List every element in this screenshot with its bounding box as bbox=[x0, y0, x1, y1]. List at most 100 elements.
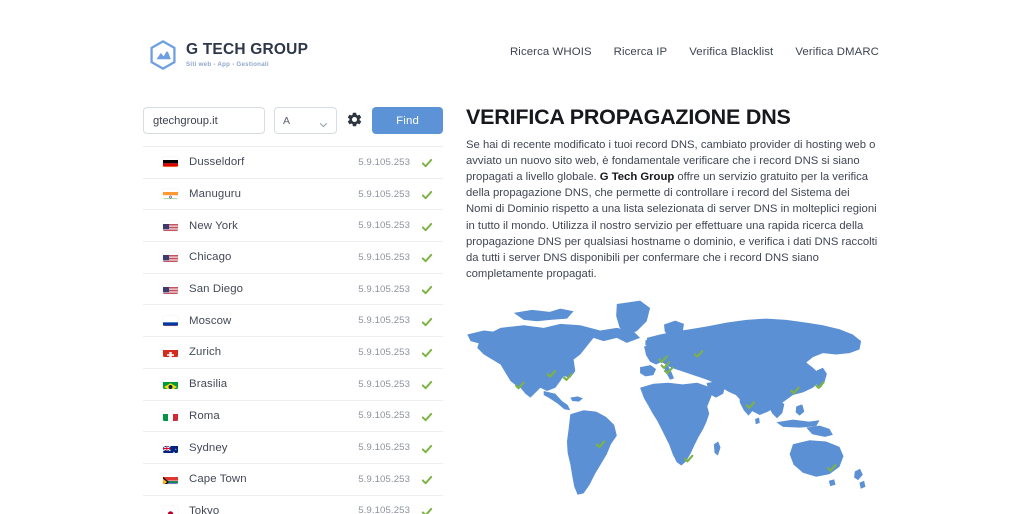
map-landmass bbox=[828, 479, 836, 487]
content-panel: VERIFICA PROPAGAZIONE DNS Se hai di rece… bbox=[466, 105, 878, 283]
domain-input[interactable] bbox=[143, 107, 265, 134]
status-check-icon bbox=[421, 220, 433, 232]
flag-icon bbox=[163, 252, 178, 263]
flag-icon bbox=[163, 474, 178, 485]
server-row[interactable]: Cape Town 5.9.105.253 bbox=[143, 464, 443, 496]
status-check-icon bbox=[421, 378, 433, 390]
server-city: Dusseldorf bbox=[189, 156, 245, 169]
brand-tagline: Siti web - App - Gestionali bbox=[186, 60, 269, 68]
server-ip: 5.9.105.253 bbox=[358, 473, 410, 485]
server-city: Moscow bbox=[189, 314, 232, 327]
flag-icon bbox=[163, 284, 178, 295]
map-landmass bbox=[640, 365, 657, 377]
status-check-icon bbox=[421, 283, 433, 295]
flag-icon bbox=[163, 189, 178, 200]
lookup-toolbar: A Find bbox=[143, 107, 443, 134]
server-row[interactable]: Sydney 5.9.105.253 bbox=[143, 432, 443, 464]
server-ip: 5.9.105.253 bbox=[358, 505, 410, 514]
settings-button[interactable] bbox=[346, 112, 363, 129]
status-check-icon bbox=[421, 505, 433, 514]
server-city: Manuguru bbox=[189, 188, 242, 201]
server-ip: 5.9.105.253 bbox=[358, 251, 410, 263]
map-landmass bbox=[713, 441, 721, 456]
server-ip: 5.9.105.253 bbox=[358, 442, 410, 454]
status-check-icon bbox=[421, 346, 433, 358]
nav-link-verifica-dmarc[interactable]: Verifica DMARC bbox=[795, 46, 879, 58]
server-city: Sydney bbox=[189, 441, 228, 454]
record-type-value: A bbox=[283, 114, 291, 127]
server-ip: 5.9.105.253 bbox=[358, 315, 410, 327]
server-ip: 5.9.105.253 bbox=[358, 346, 410, 358]
flag-icon bbox=[163, 347, 178, 358]
server-ip: 5.9.105.253 bbox=[358, 220, 410, 232]
flag-icon bbox=[163, 379, 178, 390]
server-city: Chicago bbox=[189, 251, 232, 264]
server-row[interactable]: Moscow 5.9.105.253 bbox=[143, 305, 443, 338]
map-landmass bbox=[570, 396, 583, 402]
dns-server-list: Dusseldorf 5.9.105.253 Manuguru 5.9.105.253… bbox=[143, 146, 443, 514]
flag-icon bbox=[163, 411, 178, 421]
server-ip: 5.9.105.253 bbox=[358, 188, 410, 200]
map-landmass bbox=[755, 417, 760, 425]
nav-link-verifica-blacklist[interactable]: Verifica Blacklist bbox=[689, 46, 773, 58]
site-header: G TECH GROUP Siti web - App - Gestionali… bbox=[0, 0, 1024, 95]
server-ip: 5.9.105.253 bbox=[358, 156, 410, 168]
lookup-panel: A Find Dusseldorf 5.9.105.253 Manuguru 5.9.… bbox=[143, 107, 443, 514]
server-row[interactable]: Manuguru 5.9.105.253 bbox=[143, 179, 443, 211]
server-city: Tokyo bbox=[189, 504, 220, 514]
server-row[interactable]: Roma 5.9.105.253 bbox=[143, 401, 443, 433]
server-city: Roma bbox=[189, 409, 220, 422]
flag-icon bbox=[163, 316, 178, 326]
server-city: Zurich bbox=[189, 346, 222, 359]
server-city: Brasilia bbox=[189, 378, 228, 391]
server-row[interactable]: Zurich 5.9.105.253 bbox=[143, 337, 443, 369]
map-landmass bbox=[789, 440, 844, 477]
nav-link-ricerca-whois[interactable]: Ricerca WHOIS bbox=[510, 46, 592, 58]
map-landmass bbox=[795, 404, 805, 416]
flag-icon bbox=[163, 443, 178, 453]
status-check-icon bbox=[421, 188, 433, 200]
flag-icon bbox=[163, 506, 178, 514]
status-check-icon bbox=[421, 156, 433, 168]
map-landmass bbox=[854, 468, 863, 481]
status-check-icon bbox=[421, 473, 433, 485]
map-landmass bbox=[859, 480, 866, 489]
flag-icon bbox=[163, 221, 178, 231]
world-map bbox=[460, 288, 880, 514]
map-landmass bbox=[640, 382, 714, 466]
chevron-down-icon bbox=[319, 116, 328, 127]
server-city: New York bbox=[189, 219, 238, 232]
server-row[interactable]: Tokyo 5.9.105.253 bbox=[143, 496, 443, 514]
map-landmass bbox=[543, 391, 571, 411]
main-nav: Ricerca WHOIS Ricerca IP Verifica Blackl… bbox=[510, 46, 879, 58]
server-ip: 5.9.105.253 bbox=[358, 378, 410, 390]
server-row[interactable]: San Diego 5.9.105.253 bbox=[143, 274, 443, 306]
map-landmass bbox=[776, 419, 820, 428]
server-city: Cape Town bbox=[189, 473, 247, 486]
server-row[interactable]: Dusseldorf 5.9.105.253 bbox=[143, 147, 443, 179]
map-landmasses bbox=[467, 300, 866, 495]
dns-propagation-page: G TECH GROUP Siti web - App - Gestionali… bbox=[0, 0, 1024, 514]
brand-logo[interactable]: G TECH GROUP Siti web - App - Gestionali bbox=[148, 40, 308, 70]
map-landmass bbox=[477, 323, 641, 398]
map-landmass bbox=[806, 425, 833, 437]
brand-name: G TECH GROUP bbox=[186, 41, 309, 59]
status-check-icon bbox=[421, 315, 433, 327]
record-type-select[interactable]: A bbox=[274, 107, 338, 134]
server-city: San Diego bbox=[189, 283, 244, 296]
find-button[interactable]: Find bbox=[372, 107, 443, 134]
description-part-2: offre un servizio gratuito per la verifi… bbox=[466, 171, 878, 281]
server-row[interactable]: New York 5.9.105.253 bbox=[143, 210, 443, 243]
page-title: VERIFICA PROPAGAZIONE DNS bbox=[466, 105, 791, 129]
gear-icon bbox=[346, 111, 363, 131]
status-check-icon bbox=[421, 251, 433, 263]
map-landmass bbox=[513, 308, 574, 322]
server-row[interactable]: Brasilia 5.9.105.253 bbox=[143, 369, 443, 401]
description-brand-emphasis: G Tech Group bbox=[599, 171, 675, 184]
server-row[interactable]: Chicago 5.9.105.253 bbox=[143, 242, 443, 274]
hexagon-mountain-logo-icon bbox=[148, 40, 178, 70]
server-ip: 5.9.105.253 bbox=[358, 410, 410, 422]
page-description: Se hai di recente modificato i tuoi reco… bbox=[466, 137, 878, 283]
nav-link-ricerca-ip[interactable]: Ricerca IP bbox=[614, 46, 668, 58]
server-ip: 5.9.105.253 bbox=[358, 283, 410, 295]
